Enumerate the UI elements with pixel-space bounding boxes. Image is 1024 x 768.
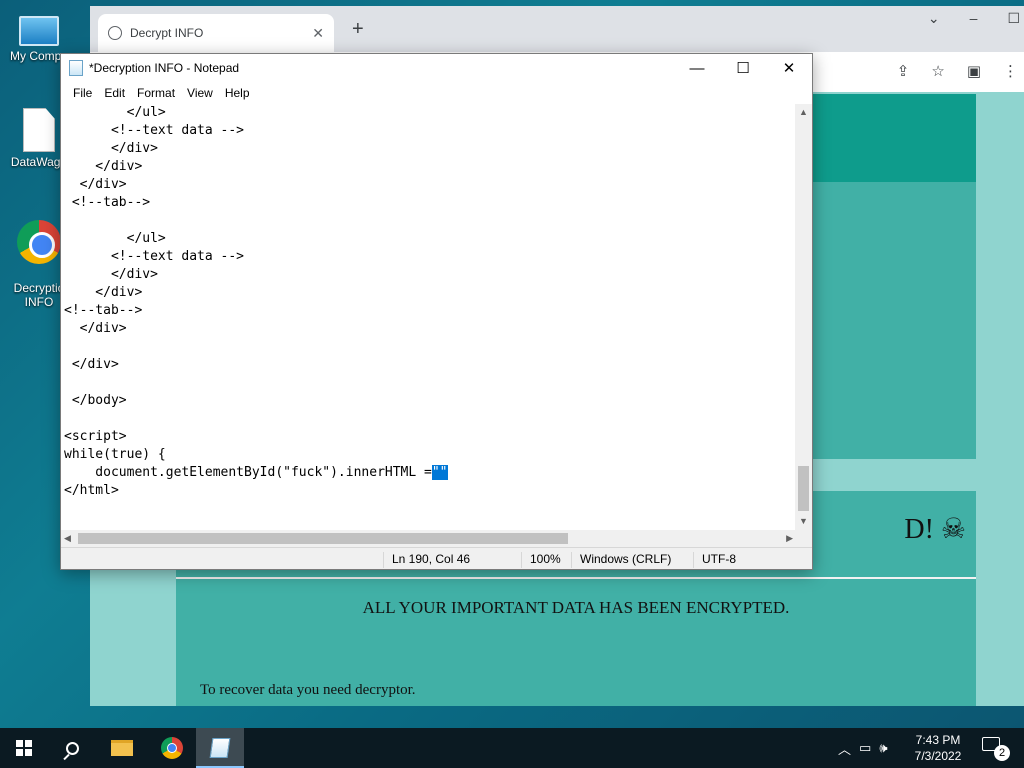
star-icon[interactable]: ☆	[931, 62, 944, 80]
code-line: </div>	[64, 357, 119, 372]
status-line-ending: Windows (CRLF)	[571, 552, 671, 568]
taskbar: ︿ ▭ 🕪 7:43 PM 7/3/2022 2	[0, 728, 1024, 768]
start-button[interactable]	[0, 728, 48, 768]
menu-bar: File Edit Format View Help	[61, 82, 812, 104]
status-position: Ln 190, Col 46	[383, 552, 470, 568]
browser-tab[interactable]: Decrypt INFO ✕	[98, 14, 334, 52]
clock-time: 7:43 PM	[915, 733, 961, 747]
notepad-window: *Decryption INFO - Notepad — ☐ ✕ File Ed…	[60, 53, 813, 570]
close-button[interactable]: ✕	[766, 54, 812, 82]
menu-format[interactable]: Format	[131, 86, 181, 100]
scroll-thumb[interactable]	[78, 533, 568, 544]
notification-button[interactable]: 2	[982, 737, 1010, 761]
search-button[interactable]	[48, 728, 96, 768]
status-zoom: 100%	[521, 552, 561, 568]
chevron-down-icon[interactable]: ⌄	[928, 10, 940, 27]
page-body-text: To recover data you need decryptor.	[200, 682, 416, 698]
scroll-down-icon[interactable]: ▼	[795, 513, 812, 530]
vertical-scrollbar[interactable]: ▲ ▼	[795, 104, 812, 530]
page-subheading: ALL YOUR IMPORTANT DATA HAS BEEN ENCRYPT…	[362, 598, 790, 617]
code-line: <!--tab-->	[64, 195, 151, 210]
menu-help[interactable]: Help	[219, 86, 256, 100]
horizontal-scrollbar[interactable]: ◀ ▶	[61, 530, 796, 547]
taskbar-file-explorer[interactable]	[98, 728, 146, 768]
network-icon[interactable]: ▭	[859, 740, 871, 756]
editor-textarea[interactable]: </ul> <!--text data --> </div> </div> </…	[61, 104, 796, 530]
taskbar-chrome[interactable]	[148, 728, 196, 768]
maximize-button[interactable]: ☐	[720, 54, 766, 82]
window-title: *Decryption INFO - Notepad	[89, 61, 240, 75]
computer-icon	[19, 16, 59, 46]
code-line: <!--text data -->	[64, 249, 245, 264]
volume-icon[interactable]: 🕪	[879, 740, 887, 756]
new-tab-button[interactable]: +	[352, 18, 364, 41]
notepad-titlebar[interactable]: *Decryption INFO - Notepad — ☐ ✕	[61, 54, 812, 82]
notepad-icon	[209, 738, 231, 758]
code-line: </body>	[64, 393, 127, 408]
code-line: </div>	[64, 159, 143, 174]
code-line: <!--tab-->	[64, 303, 143, 318]
code-line: while(true) {	[64, 447, 166, 462]
notification-count: 2	[994, 745, 1010, 761]
taskbar-notepad[interactable]	[196, 728, 244, 768]
sidebar-icon[interactable]: ▣	[967, 62, 981, 80]
notepad-app-icon	[69, 60, 83, 76]
share-icon[interactable]: ⇪	[897, 62, 910, 80]
file-icon	[23, 108, 55, 152]
scroll-thumb[interactable]	[798, 466, 809, 511]
tab-close-icon[interactable]: ✕	[312, 25, 324, 42]
menu-file[interactable]: File	[67, 86, 98, 100]
code-line: </ul>	[64, 105, 166, 120]
code-line: </div>	[64, 267, 158, 282]
scroll-left-icon[interactable]: ◀	[64, 530, 71, 547]
clock-date: 7/3/2022	[914, 749, 962, 763]
search-icon	[65, 741, 79, 755]
menu-edit[interactable]: Edit	[98, 86, 131, 100]
browser-window-controls: ⌄ – ☐	[928, 10, 1020, 27]
status-bar: Ln 190, Col 46 100% Windows (CRLF) UTF-8	[61, 547, 812, 569]
code-line: document.getElementById("fuck").innerHTM…	[64, 465, 448, 480]
code-line: </div>	[64, 321, 127, 336]
scroll-up-icon[interactable]: ▲	[795, 104, 812, 121]
tab-title: Decrypt INFO	[130, 26, 204, 40]
chevron-up-icon[interactable]: ︿	[838, 739, 851, 758]
status-encoding: UTF-8	[693, 552, 736, 568]
windows-icon	[16, 740, 32, 756]
more-icon[interactable]: ⋮	[1003, 62, 1018, 80]
chrome-icon	[17, 220, 61, 264]
browser-tabbar: Decrypt INFO ✕ + ⌄ – ☐	[90, 6, 1024, 52]
code-line: <script>	[64, 429, 127, 444]
system-tray: ︿ ▭ 🕪	[838, 728, 888, 768]
globe-icon	[108, 26, 122, 40]
selected-text: ""	[431, 465, 448, 480]
code-line: </div>	[64, 141, 158, 156]
code-line: </div>	[64, 285, 143, 300]
code-line: </div>	[64, 177, 127, 192]
chrome-icon	[161, 737, 183, 759]
minimize-icon[interactable]: –	[970, 10, 978, 27]
folder-icon	[111, 740, 133, 756]
menu-view[interactable]: View	[181, 86, 219, 100]
minimize-button[interactable]: —	[674, 54, 720, 82]
scroll-right-icon[interactable]: ▶	[786, 530, 793, 547]
code-line: </ul>	[64, 231, 166, 246]
code-line: <!--text data -->	[64, 123, 245, 138]
scroll-corner	[795, 530, 812, 547]
taskbar-clock[interactable]: 7:43 PM 7/3/2022	[900, 732, 976, 764]
maximize-icon[interactable]: ☐	[1007, 10, 1020, 27]
code-line: </html>	[64, 483, 119, 498]
